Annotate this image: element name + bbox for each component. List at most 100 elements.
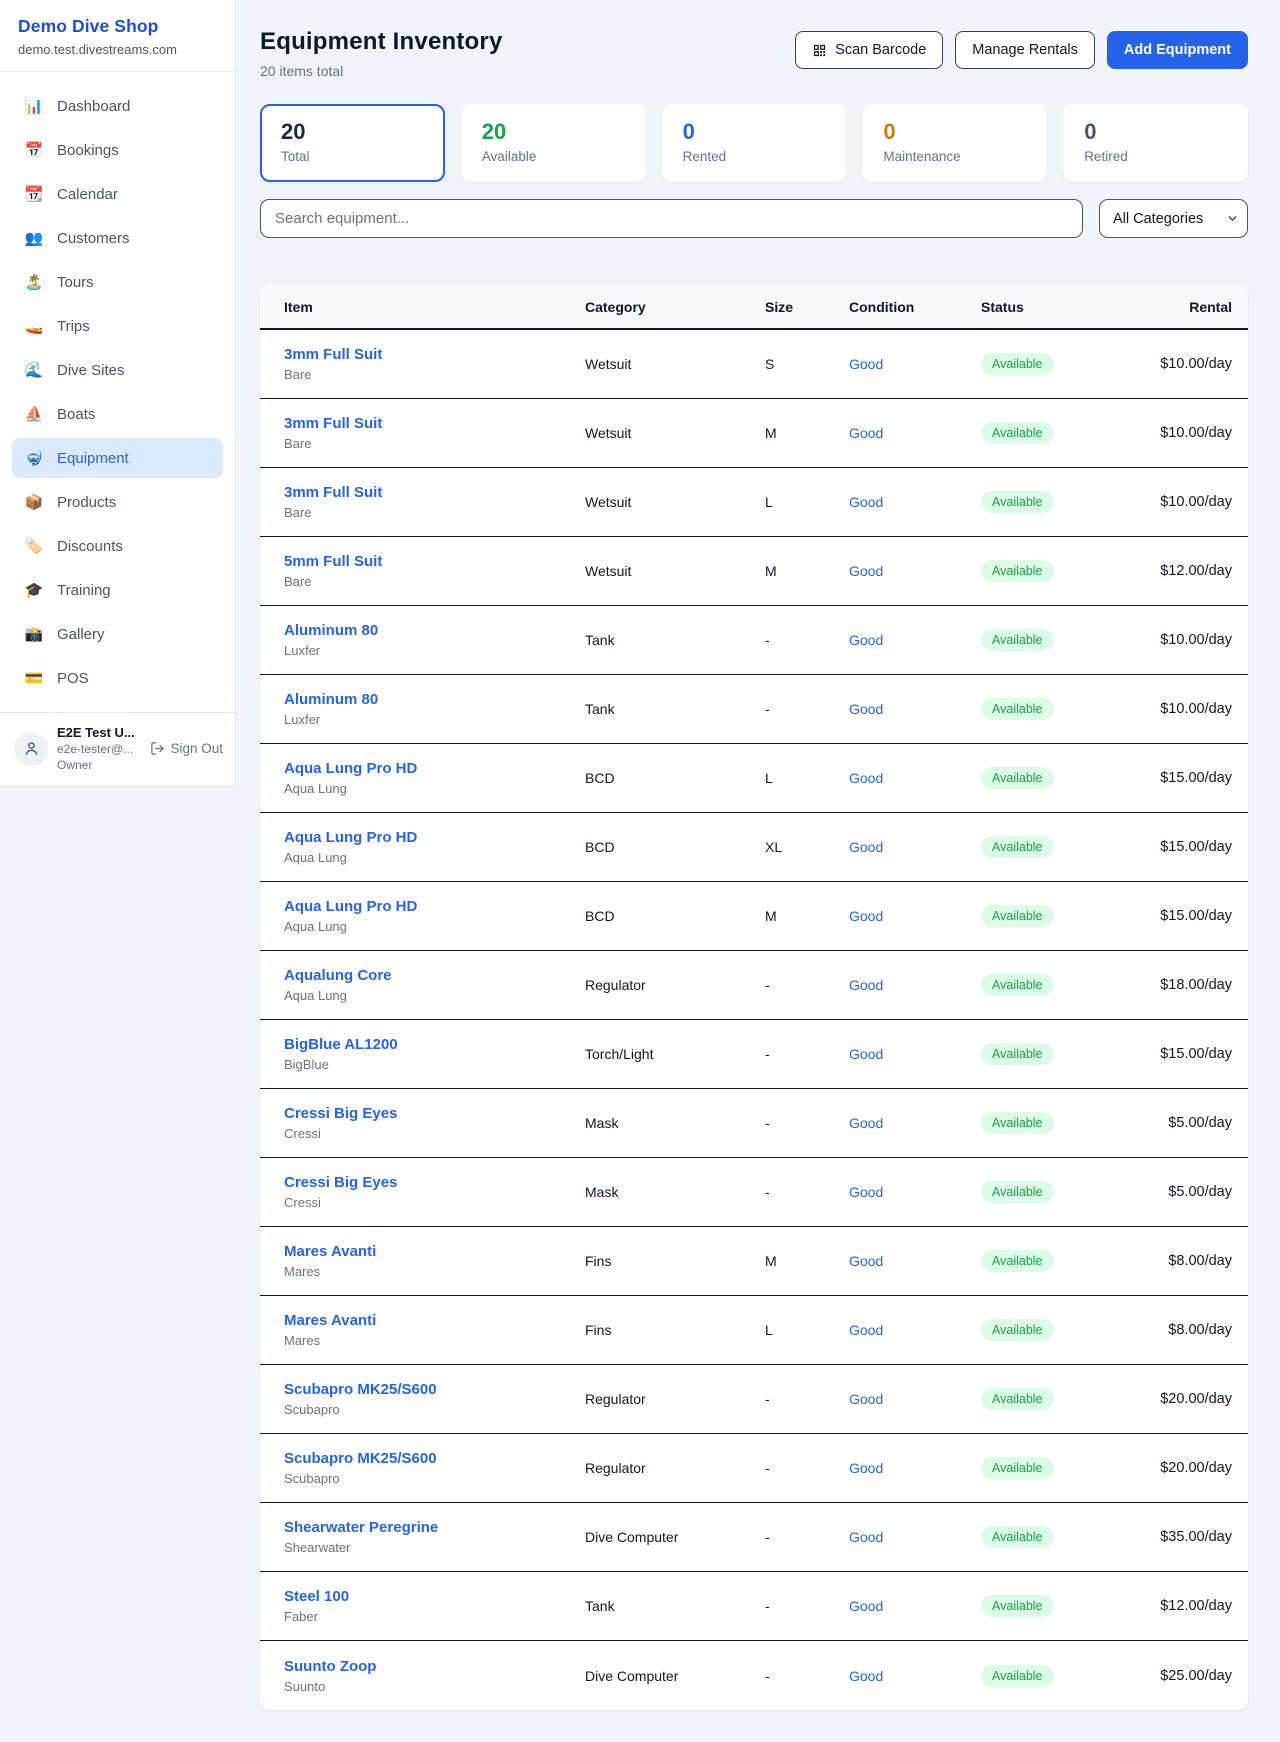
stat-value: 0: [883, 119, 1026, 144]
sidebar-item-tours[interactable]: 🏝️ Tours: [12, 262, 223, 302]
item-size: M: [765, 1253, 849, 1269]
sidebar-item-products[interactable]: 📦 Products: [12, 482, 223, 522]
condition-link[interactable]: Good: [849, 356, 883, 372]
stat-card-retired[interactable]: 0 Retired: [1063, 104, 1248, 182]
condition-link[interactable]: Good: [849, 1529, 883, 1545]
table-row: 5mm Full Suit Bare Wetsuit M Good Availa…: [260, 537, 1248, 606]
manage-rentals-button[interactable]: Manage Rentals: [955, 31, 1095, 69]
sidebar-item-equipment[interactable]: 🤿 Equipment: [12, 438, 223, 478]
stat-label: Available: [482, 149, 625, 164]
condition-link[interactable]: Good: [849, 1598, 883, 1614]
item-name-link[interactable]: BigBlue AL1200: [284, 1036, 398, 1053]
sign-out-label: Sign Out: [170, 741, 223, 756]
item-name-link[interactable]: Mares Avanti: [284, 1243, 376, 1260]
item-rental: $10.00/day: [1101, 356, 1232, 372]
gallery-icon: 📸: [24, 625, 44, 643]
item-name-link[interactable]: Scubapro MK25/S600: [284, 1381, 437, 1398]
condition-link[interactable]: Good: [849, 1460, 883, 1476]
stat-card-maintenance[interactable]: 0 Maintenance: [862, 104, 1047, 182]
sidebar-item-boats[interactable]: ⛵ Boats: [12, 394, 223, 434]
condition-link[interactable]: Good: [849, 563, 883, 579]
sidebar-item-training[interactable]: 🎓 Training: [12, 570, 223, 610]
stat-card-available[interactable]: 20 Available: [461, 104, 646, 182]
item-name-link[interactable]: Aluminum 80: [284, 622, 378, 639]
item-size: -: [765, 1668, 849, 1684]
condition-link[interactable]: Good: [849, 1668, 883, 1684]
sidebar-item-bookings[interactable]: 📅 Bookings: [12, 130, 223, 170]
status-badge: Available: [981, 560, 1054, 582]
condition-link[interactable]: Good: [849, 1184, 883, 1200]
status-badge: Available: [981, 353, 1054, 375]
scan-barcode-label: Scan Barcode: [835, 42, 926, 58]
sidebar-item-gallery[interactable]: 📸 Gallery: [12, 614, 223, 654]
item-name-link[interactable]: Suunto Zoop: [284, 1658, 376, 1675]
sidebar-item-calendar[interactable]: 📆 Calendar: [12, 174, 223, 214]
condition-link[interactable]: Good: [849, 1322, 883, 1338]
condition-link[interactable]: Good: [849, 1115, 883, 1131]
item-name-link[interactable]: Aqualung Core: [284, 967, 392, 984]
item-category: BCD: [585, 770, 765, 786]
table-row: 3mm Full Suit Bare Wetsuit M Good Availa…: [260, 399, 1248, 468]
sidebar-item-discounts[interactable]: 🏷️ Discounts: [12, 526, 223, 566]
condition-link[interactable]: Good: [849, 425, 883, 441]
item-rental: $18.00/day: [1101, 977, 1232, 993]
condition-link[interactable]: Good: [849, 632, 883, 648]
table-row: Aqua Lung Pro HD Aqua Lung BCD XL Good A…: [260, 813, 1248, 882]
table-row: Aqualung Core Aqua Lung Regulator - Good…: [260, 951, 1248, 1020]
user-email: e2e-tester@...: [57, 742, 141, 756]
item-size: L: [765, 770, 849, 786]
item-category: Wetsuit: [585, 356, 765, 372]
item-name-link[interactable]: 3mm Full Suit: [284, 346, 382, 363]
item-name-link[interactable]: Cressi Big Eyes: [284, 1174, 397, 1191]
item-rental: $15.00/day: [1101, 770, 1232, 786]
condition-link[interactable]: Good: [849, 977, 883, 993]
condition-link[interactable]: Good: [849, 701, 883, 717]
table-row: Cressi Big Eyes Cressi Mask - Good Avail…: [260, 1089, 1248, 1158]
add-equipment-button[interactable]: Add Equipment: [1107, 31, 1248, 69]
bookings-icon: 📅: [24, 141, 44, 159]
item-name-link[interactable]: Shearwater Peregrine: [284, 1519, 438, 1536]
stat-card-rented[interactable]: 0 Rented: [662, 104, 847, 182]
status-badge: Available: [981, 1250, 1054, 1272]
stat-card-total[interactable]: 20 Total: [260, 104, 445, 182]
sidebar-item-customers[interactable]: 👥 Customers: [12, 218, 223, 258]
item-name-link[interactable]: 3mm Full Suit: [284, 484, 382, 501]
condition-link[interactable]: Good: [849, 908, 883, 924]
item-size: -: [765, 1529, 849, 1545]
item-name-link[interactable]: Mares Avanti: [284, 1312, 376, 1329]
sidebar-item-label: POS: [57, 670, 89, 687]
sidebar-item-label: Training: [57, 582, 111, 599]
sidebar-item-pos[interactable]: 💳 POS: [12, 658, 223, 698]
sidebar-item-trips[interactable]: 🚤 Trips: [12, 306, 223, 346]
table-body: 3mm Full Suit Bare Wetsuit S Good Availa…: [260, 330, 1248, 1710]
scan-barcode-button[interactable]: Scan Barcode: [795, 31, 943, 69]
item-name-link[interactable]: 5mm Full Suit: [284, 553, 382, 570]
condition-link[interactable]: Good: [849, 1046, 883, 1062]
sidebar-item-dashboard[interactable]: 📊 Dashboard: [12, 86, 223, 126]
item-brand: Aqua Lung: [284, 850, 585, 865]
item-name-link[interactable]: Scubapro MK25/S600: [284, 1450, 437, 1467]
condition-link[interactable]: Good: [849, 770, 883, 786]
stat-value: 20: [281, 119, 424, 144]
search-input[interactable]: [260, 199, 1083, 238]
item-name-link[interactable]: Aqua Lung Pro HD: [284, 829, 417, 846]
column-header-rental: Rental: [1101, 299, 1232, 315]
stat-value: 20: [482, 119, 625, 144]
page-title: Equipment Inventory: [260, 28, 503, 56]
item-name-link[interactable]: Steel 100: [284, 1588, 349, 1605]
condition-link[interactable]: Good: [849, 494, 883, 510]
category-select[interactable]: All Categories: [1099, 199, 1248, 238]
condition-link[interactable]: Good: [849, 839, 883, 855]
condition-link[interactable]: Good: [849, 1253, 883, 1269]
item-name-link[interactable]: Cressi Big Eyes: [284, 1105, 397, 1122]
condition-link[interactable]: Good: [849, 1391, 883, 1407]
status-badge: Available: [981, 1665, 1054, 1687]
sign-out-button[interactable]: Sign Out: [150, 741, 223, 756]
item-name-link[interactable]: Aluminum 80: [284, 691, 378, 708]
item-name-link[interactable]: Aqua Lung Pro HD: [284, 760, 417, 777]
barcode-icon: [812, 43, 827, 58]
item-category: Mask: [585, 1184, 765, 1200]
item-name-link[interactable]: 3mm Full Suit: [284, 415, 382, 432]
item-name-link[interactable]: Aqua Lung Pro HD: [284, 898, 417, 915]
sidebar-item-dive-sites[interactable]: 🌊 Dive Sites: [12, 350, 223, 390]
